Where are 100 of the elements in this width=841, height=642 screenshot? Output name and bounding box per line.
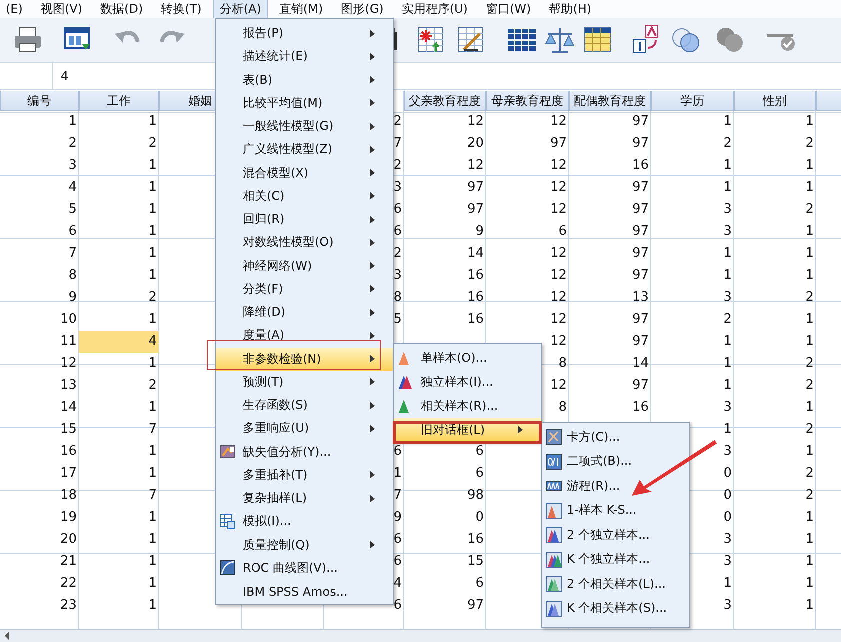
menu-item[interactable]: 多重插补(T) — [216, 464, 393, 487]
submenu-arrow-icon — [370, 76, 375, 84]
menu-item[interactable]: 降维(D) — [216, 301, 393, 324]
table-cell: 7 — [394, 488, 402, 503]
table-cell: 1 — [724, 378, 732, 393]
menu-item[interactable]: 1-样本 K-S... — [542, 498, 689, 523]
menu-item[interactable]: 二项式(B)... — [542, 450, 689, 474]
table-cell: 97 — [632, 268, 649, 283]
mountain-icon — [546, 552, 562, 568]
column-header[interactable]: 性别 — [734, 91, 816, 111]
table-cell: 12 — [550, 202, 567, 217]
menu-item[interactable]: 预测(T) — [216, 370, 393, 394]
menu-item[interactable]: 非参数检验(N) — [216, 348, 393, 371]
scroll-left-icon[interactable] — [3, 631, 11, 641]
menu-item[interactable]: (E) — [0, 0, 29, 18]
menu-item[interactable]: 相关样本(R)... — [394, 394, 541, 418]
menu-item[interactable]: IBM SPSS Amos... — [216, 580, 393, 604]
menu-item[interactable]: 报告(P) — [216, 22, 393, 46]
table-cell: 18 — [60, 488, 77, 503]
table-cell: 20 — [60, 532, 77, 547]
table-cell: 2 — [394, 246, 402, 261]
table-cell: 0 — [724, 488, 732, 503]
table-cell: 1 — [724, 334, 732, 349]
menu-item[interactable]: 游程(R)... — [542, 474, 689, 498]
table-cell: 16 — [467, 312, 484, 327]
submenu-arrow-icon — [370, 52, 375, 61]
menu-item[interactable]: 直销(M) — [273, 0, 330, 18]
menu-item[interactable]: 广义线性模型(Z) — [216, 138, 393, 162]
menu-item[interactable]: 缺失值分析(Y)... — [216, 440, 393, 464]
table-cell: 19 — [60, 510, 77, 525]
table-cell: 8 — [394, 290, 402, 305]
menu-item[interactable]: 相关(C) — [216, 184, 393, 208]
menu-item[interactable]: 2 个相关样本(L)... — [542, 572, 689, 596]
menu-item[interactable]: 回归(R) — [216, 208, 393, 232]
table-cell: 3 — [724, 400, 732, 415]
menu-item[interactable]: 一般线性模型(G) — [216, 115, 393, 138]
table-cell: 7 — [148, 422, 157, 437]
submenu-arrow-icon — [370, 99, 375, 108]
menu-item[interactable]: 窗口(W) — [480, 0, 538, 18]
menu-item[interactable]: 多重响应(U) — [216, 417, 393, 440]
menu-item[interactable]: 单样本(O)... — [394, 346, 541, 370]
table-cell: 1 — [806, 532, 814, 547]
menu-item[interactable]: 数据(D) — [94, 0, 150, 18]
table-cell: 1 — [148, 400, 157, 415]
table-cell: 13 — [632, 290, 649, 305]
menu-item[interactable]: ROC 曲线图(V)... — [216, 556, 393, 580]
table-cell: 1 — [148, 158, 157, 173]
table-cell: 2 — [724, 312, 732, 327]
column-header[interactable]: 工作 — [79, 91, 159, 111]
menu-item[interactable]: 质量控制(Q) — [216, 534, 393, 557]
submenu-arrow-icon — [370, 355, 375, 364]
menu-item[interactable]: 分类(F) — [216, 278, 393, 301]
menu-item[interactable]: 独立样本(I)... — [394, 370, 541, 394]
table-cell: 1 — [148, 598, 157, 613]
menu-item[interactable]: 图形(G) — [335, 0, 390, 18]
column-header[interactable]: 父亲教育程度 — [404, 91, 486, 111]
menu-item[interactable]: 表(B) — [216, 68, 393, 92]
mountain-icon — [546, 600, 562, 617]
table-cell: 1 — [806, 334, 814, 349]
submenu-arrow-icon — [370, 30, 375, 38]
menu-item[interactable]: 模拟(I)... — [216, 510, 393, 534]
menu-item[interactable]: K 个相关样本(S)... — [542, 596, 689, 621]
menu-item[interactable]: 分析(A) — [214, 0, 268, 18]
table-cell: 6 — [476, 576, 484, 591]
table-cell: 97 — [550, 136, 567, 151]
table-cell: 3 — [394, 180, 402, 195]
table-cell: 16 — [632, 400, 649, 415]
table-cell: 12 — [550, 334, 567, 349]
table-cell: 3 — [724, 598, 732, 613]
table-cell: 1 — [148, 268, 157, 283]
menu-item[interactable]: 混合模型(X) — [216, 162, 393, 185]
menu-item[interactable]: 实用程序(U) — [396, 0, 474, 18]
table-cell: 8 — [68, 268, 77, 283]
column-header[interactable]: 编号 — [0, 91, 79, 111]
menu-item[interactable]: K 个独立样本... — [542, 548, 689, 572]
table-cell: 11 — [60, 334, 77, 349]
menu-item[interactable]: 生存函数(S) — [216, 394, 393, 418]
column-header[interactable]: 配偶教育程度 — [569, 91, 651, 111]
table-cell: 9 — [394, 510, 402, 525]
table-cell: 15 — [467, 554, 484, 569]
table-cell: 6 — [558, 224, 567, 239]
menu-item[interactable]: 帮助(H) — [543, 0, 598, 18]
column-header[interactable]: 学历 — [651, 91, 734, 111]
table-cell: 97 — [467, 598, 484, 613]
table-cell: 14 — [60, 400, 77, 415]
menu-item[interactable]: 视图(V) — [34, 0, 89, 18]
menu-item[interactable]: 卡方(C)... — [542, 425, 689, 450]
table-cell: 16 — [632, 158, 649, 173]
menu-item[interactable]: 神经网络(W) — [216, 254, 393, 278]
table-cell: 98 — [467, 488, 484, 503]
curve-icon — [220, 560, 236, 576]
menu-item[interactable]: 2 个独立样本... — [542, 523, 689, 548]
column-header[interactable]: 母亲教育程度 — [486, 91, 569, 111]
menu-item[interactable]: 对数线性模型(O) — [216, 231, 393, 254]
menu-item[interactable]: 度量(A) — [216, 324, 393, 348]
menu-item[interactable]: 转换(T) — [155, 0, 208, 18]
menu-item[interactable]: 复杂抽样(L) — [216, 487, 393, 510]
horizontal-scrollbar[interactable] — [0, 629, 841, 642]
table-cell: 2 — [806, 290, 814, 305]
table-cell: 97 — [632, 378, 649, 393]
